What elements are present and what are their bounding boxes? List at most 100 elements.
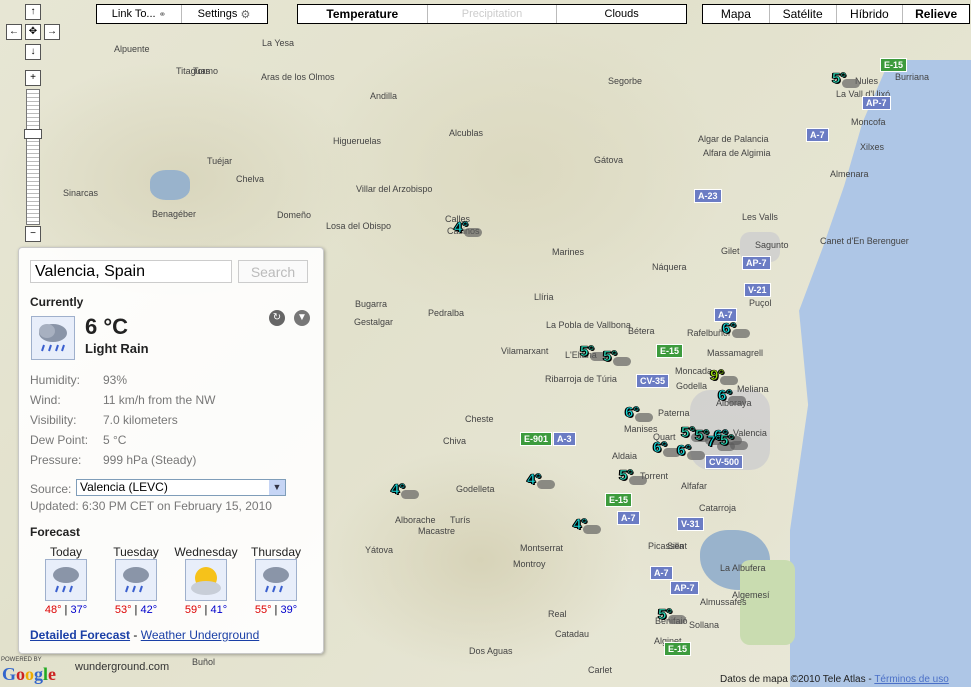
pan-up-button[interactable]: ↑ xyxy=(25,4,41,20)
temperature-marker[interactable]: 5° xyxy=(832,70,847,88)
place-label: Losa del Obispo xyxy=(326,221,392,231)
place-label: Gátova xyxy=(594,155,624,165)
link-to-label: Link To... xyxy=(111,8,156,20)
temperature-marker[interactable]: 9° xyxy=(710,367,725,385)
tab-temperature[interactable]: Temperature xyxy=(298,5,428,23)
zoom-in-button[interactable]: + xyxy=(25,70,41,86)
source-select[interactable]: Valencia (LEVC) ▼ xyxy=(76,479,286,496)
partly-cloudy-icon xyxy=(185,559,227,601)
temperature-marker[interactable]: 5° xyxy=(658,606,673,624)
zoom-slider-handle[interactable] xyxy=(24,129,42,139)
place-label: Gestalgar xyxy=(354,317,394,327)
place-label: Segorbe xyxy=(608,76,643,86)
temperature-marker[interactable]: 5° xyxy=(619,467,634,485)
reservoir xyxy=(150,170,190,200)
temperature-marker[interactable]: 6° xyxy=(718,387,733,405)
highway-shield: E-15 xyxy=(656,344,684,358)
copyright-text: Datos de mapa ©2010 Tele Atlas - xyxy=(720,674,872,685)
place-label: Alcublas xyxy=(449,128,484,138)
move-icon: ✥ xyxy=(28,26,38,37)
temperature-marker[interactable]: 6° xyxy=(625,404,640,422)
center-button[interactable]: ✥ xyxy=(25,24,41,40)
dew-point-row: Dew Point: 5 °C xyxy=(30,433,126,447)
zoom-slider[interactable] xyxy=(26,89,40,225)
highway-shield: E-15 xyxy=(664,642,692,656)
updated-timestamp: Updated: 6:30 PM CET on February 15, 201… xyxy=(30,499,272,513)
map-type-mapa[interactable]: Mapa xyxy=(703,5,770,23)
forecast-low: 42° xyxy=(140,604,158,616)
pan-left-button[interactable]: ← xyxy=(6,24,22,40)
forecast-day: Thursday xyxy=(250,545,302,559)
map-type-relieve[interactable]: Relieve xyxy=(903,5,969,23)
place-label: Chelva xyxy=(236,174,265,184)
link-to-button[interactable]: Link To... ⚭ xyxy=(97,5,182,23)
place-label: Aldaia xyxy=(612,451,638,461)
place-label: Aras de los Olmos xyxy=(261,72,335,82)
temperature-marker[interactable]: 4° xyxy=(454,219,469,237)
map-type-hibrido[interactable]: Híbrido xyxy=(837,5,904,23)
place-label: Massamagrell xyxy=(707,348,764,358)
detailed-forecast-link[interactable]: Detailed Forecast xyxy=(30,628,130,642)
place-label: Sagunto xyxy=(755,240,789,250)
refresh-icon[interactable]: ↻ xyxy=(269,310,285,326)
wind-value: 11 km/h from the NW xyxy=(103,393,216,407)
terms-link[interactable]: Términos de uso xyxy=(874,674,948,685)
place-label: Gilet xyxy=(721,246,740,256)
place-label: Bugarra xyxy=(355,299,388,309)
place-label: Marines xyxy=(552,247,585,257)
map-type-satelite[interactable]: Satélite xyxy=(770,5,837,23)
place-label: Benagéber xyxy=(152,209,197,219)
pan-right-button[interactable]: → xyxy=(44,24,60,40)
place-label: Llíria xyxy=(534,292,554,302)
temperature-marker[interactable]: 4° xyxy=(573,516,588,534)
place-label: Tuéjar xyxy=(207,156,233,166)
temperature-marker[interactable]: 5° xyxy=(681,424,696,442)
tab-precipitation[interactable]: Precipitation xyxy=(428,5,558,23)
place-label: Villar del Arzobispo xyxy=(356,184,433,194)
tab-clouds[interactable]: Clouds xyxy=(557,5,686,23)
settings-button[interactable]: Settings ⚙ xyxy=(182,5,266,23)
pan-down-button[interactable]: ↓ xyxy=(25,44,41,60)
temperature-marker[interactable]: 5° xyxy=(720,432,735,450)
temperature-marker[interactable]: 5° xyxy=(603,348,618,366)
settings-label: Settings xyxy=(197,8,238,20)
place-label: Domeño xyxy=(277,210,312,220)
map-copyright: Datos de mapa ©2010 Tele Atlas - Término… xyxy=(720,674,949,685)
highway-shield: V-31 xyxy=(677,517,704,531)
pressure-value: 999 hPa (Steady) xyxy=(103,453,197,467)
dew-point-label: Dew Point: xyxy=(30,433,89,447)
google-logo[interactable]: Google xyxy=(2,664,56,685)
temperature-marker[interactable]: 6° xyxy=(722,320,737,338)
place-label: Náquera xyxy=(652,262,687,272)
map-type-bar: Mapa Satélite Híbrido Relieve xyxy=(702,4,970,24)
place-label: Alpuente xyxy=(114,44,150,54)
visibility-label: Visibility: xyxy=(30,413,77,427)
forecast-links: Detailed Forecast - Weather Underground xyxy=(30,628,259,642)
zoom-out-button[interactable]: − xyxy=(25,226,41,242)
temperature-marker[interactable]: 6° xyxy=(677,442,692,460)
search-button[interactable]: Search xyxy=(238,260,308,283)
plus-icon: + xyxy=(30,72,36,83)
place-label: Almenara xyxy=(830,169,869,179)
currently-heading: Currently xyxy=(30,295,84,309)
place-label: La Yesa xyxy=(262,38,295,48)
temperature-marker[interactable]: 4° xyxy=(527,471,542,489)
highway-shield: A-3 xyxy=(553,432,576,446)
temperature-marker[interactable]: 4° xyxy=(391,481,406,499)
pressure-row: Pressure: 999 hPa (Steady) xyxy=(30,453,196,467)
place-label: Xilxes xyxy=(860,142,885,152)
forecast-high: 48° xyxy=(44,604,62,616)
place-label: Turís xyxy=(450,515,471,525)
temperature-marker[interactable]: 6° xyxy=(653,439,668,457)
temperature-marker[interactable]: 5° xyxy=(580,343,595,361)
current-temperature: 6 °C xyxy=(85,314,129,339)
wunderground-logo[interactable]: wunderground.com xyxy=(75,661,169,673)
location-search-input[interactable] xyxy=(30,260,232,283)
chevron-down-icon[interactable]: ▼ xyxy=(294,310,310,326)
sea xyxy=(790,60,971,687)
humidity-value: 93% xyxy=(103,373,128,387)
weather-underground-link[interactable]: Weather Underground xyxy=(141,628,260,642)
place-label: Paterna xyxy=(658,408,690,418)
current-condition: Light Rain xyxy=(85,341,149,356)
source-value: Valencia (LEVC) xyxy=(80,480,168,494)
